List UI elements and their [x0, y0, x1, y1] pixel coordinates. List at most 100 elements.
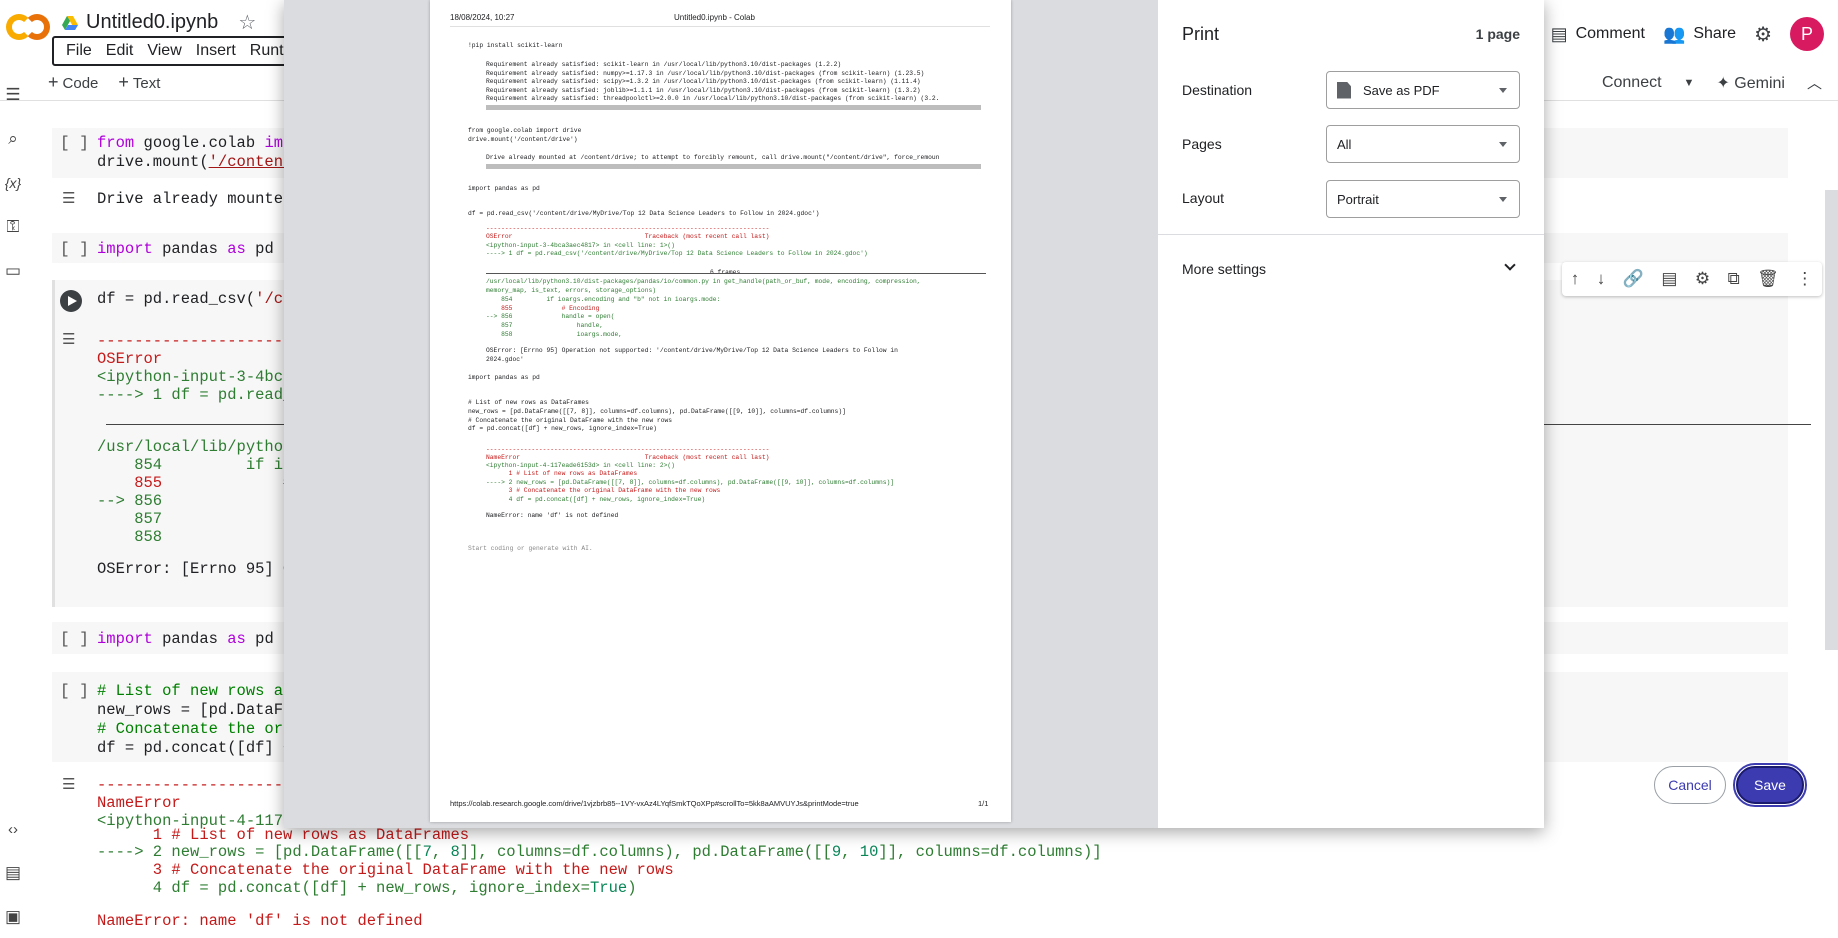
avatar[interactable]: P — [1790, 17, 1824, 51]
preview-line: 854 if ioargs.encoding and "b" not in io… — [486, 296, 721, 303]
variables-icon[interactable]: {x} — [2, 172, 24, 194]
share-button[interactable]: 👥 Share — [1663, 24, 1736, 45]
comment-button[interactable]: ▤ Comment — [1551, 24, 1645, 45]
pages-value: All — [1337, 136, 1352, 152]
preview-line: # List of new rows as DataFrames — [468, 399, 589, 406]
code-line: df = pd.concat([df] + — [97, 739, 302, 757]
mirror-cell-icon[interactable]: ⧉ — [1728, 269, 1740, 289]
preview-line: 2024.gdoc' — [486, 356, 524, 363]
secrets-key-icon[interactable]: ⚿ — [2, 216, 24, 238]
output-toggle-icon[interactable]: ☰ — [62, 775, 75, 793]
print-settings-panel: Print 1 page Destination Save as PDF Pag… — [1158, 0, 1807, 828]
destination-label: Destination — [1182, 82, 1253, 98]
error-path: /usr/local/lib/python3 — [97, 438, 302, 456]
preview-line: 4 df = pd.concat([df] + new_rows, ignore… — [486, 496, 706, 503]
layout-value: Portrait — [1337, 191, 1379, 207]
connect-dropdown-icon[interactable]: ▼ — [1684, 77, 1695, 89]
preview-header-rule — [450, 26, 990, 27]
cell-bracket[interactable]: [ ] — [60, 630, 89, 648]
comment-cell-icon[interactable]: ▤ — [1661, 269, 1677, 289]
menu-file[interactable]: File — [60, 42, 98, 60]
pages-select[interactable]: All — [1326, 125, 1520, 163]
print-dialog: 18/08/2024, 10:27 Untitled0.ipynb - Cola… — [284, 0, 1807, 828]
trace-line: 854 if ioa — [97, 456, 302, 474]
more-settings-toggle[interactable]: More settings — [1158, 234, 1544, 304]
preview-line: memory_map, is_text, errors, storage_opt… — [486, 287, 657, 294]
code-line: import pandas as pd — [97, 630, 274, 648]
error-name: NameError — [97, 794, 181, 812]
cancel-button[interactable]: Cancel — [1654, 766, 1726, 804]
cell-bracket[interactable]: [ ] — [60, 134, 89, 152]
table-of-contents-icon[interactable]: ☰ — [2, 84, 24, 106]
trace-line: 857 — [97, 510, 163, 528]
gemini-label: Gemini — [1734, 74, 1785, 92]
trace-line: 3 # Concatenate the original DataFrame w… — [97, 861, 674, 879]
preview-line: df = pd.read_csv('/content/drive/MyDrive… — [468, 210, 820, 217]
layout-label: Layout — [1182, 190, 1225, 206]
more-settings-label: More settings — [1182, 261, 1267, 277]
preview-line: drive.mount('/content/drive') — [468, 136, 578, 143]
move-down-icon[interactable]: ↓ — [1597, 269, 1606, 289]
preview-header-date: 18/08/2024, 10:27 — [450, 13, 515, 22]
search-icon[interactable]: ⌕ — [2, 128, 24, 150]
more-options-icon[interactable]: ⋮ — [1796, 269, 1813, 289]
preview-footer-page: 1/1 — [978, 799, 989, 808]
preview-line: from google.colab import drive — [468, 127, 582, 134]
settings-gear-icon[interactable]: ⚙ — [1754, 22, 1772, 47]
cell-bracket[interactable]: [ ] — [60, 682, 89, 700]
add-code-label: Code — [62, 75, 99, 92]
menu-view[interactable]: View — [141, 42, 187, 60]
menu-insert[interactable]: Insert — [190, 42, 242, 60]
add-text-button[interactable]: + Text — [118, 72, 160, 93]
trace-line: 858 — [97, 528, 163, 546]
run-cell-button[interactable] — [60, 290, 82, 312]
code-snippets-icon[interactable]: ‹› — [2, 818, 24, 840]
output-toggle-icon[interactable]: ☰ — [62, 330, 75, 348]
files-folder-icon[interactable]: ▭ — [2, 260, 24, 282]
error-message: NameError: name 'df' is not defined — [97, 912, 423, 930]
star-icon[interactable]: ☆ — [238, 10, 256, 35]
link-icon[interactable]: 🔗 — [1623, 269, 1644, 289]
preview-line: !pip install scikit-learn — [468, 42, 563, 49]
code-line: df = pd.read_csv('/con — [97, 290, 302, 308]
command-palette-icon[interactable]: ▤ — [2, 862, 24, 884]
chevron-down-icon — [1504, 259, 1516, 271]
menu-edit[interactable]: Edit — [100, 42, 140, 60]
code-line: # Concatenate the origi — [97, 720, 311, 738]
preview-line: --> 856 handle = open( — [486, 313, 615, 320]
colab-logo-icon[interactable] — [6, 14, 50, 44]
save-button[interactable]: Save — [1733, 763, 1807, 807]
trace-line: 1 # List of new rows as DataFrames — [97, 826, 470, 844]
add-code-button[interactable]: + Code — [48, 72, 98, 93]
document-title[interactable]: Untitled0.ipynb — [86, 11, 218, 34]
move-up-icon[interactable]: ↑ — [1571, 269, 1580, 289]
comment-icon: ▤ — [1550, 23, 1568, 44]
preview-scrollbar — [486, 105, 981, 110]
preview-line: ----> 1 df = pd.read_csv('/content/drive… — [486, 250, 868, 257]
cell-bracket[interactable]: [ ] — [60, 240, 89, 258]
preview-footer-url: https://colab.research.google.com/drive/… — [450, 799, 859, 808]
menu-bar: File Edit View Insert Runtime — [52, 36, 292, 66]
preview-line: Start coding or generate with AI. — [468, 545, 593, 552]
destination-select[interactable]: Save as PDF — [1326, 71, 1520, 109]
code-line: import pandas as pd — [97, 240, 274, 258]
gemini-button[interactable]: ✦ Gemini — [1716, 73, 1785, 93]
cell-settings-icon[interactable]: ⚙ — [1695, 269, 1710, 289]
preview-line: df = pd.concat([df] + new_rows, ignore_i… — [468, 425, 657, 432]
comment-label: Comment — [1575, 25, 1645, 42]
collapse-header-icon[interactable]: ︿ — [1807, 72, 1822, 93]
trace-line: ----> 2 new_rows = [pd.DataFrame([[7, 8]… — [97, 843, 1102, 861]
delete-cell-icon[interactable]: 🗑 — [1757, 269, 1779, 289]
terminal-icon[interactable]: ▣ — [2, 906, 24, 928]
layout-select[interactable]: Portrait — [1326, 180, 1520, 218]
connect-button[interactable]: Connect — [1602, 74, 1662, 92]
preview-line: new_rows = [pd.DataFrame([[7, 8]], colum… — [468, 408, 846, 415]
code-line: drive.mount('/content/ — [97, 153, 302, 171]
destination-value: Save as PDF — [1363, 82, 1440, 98]
preview-line: 3 # Concatenate the original DataFrame w… — [486, 487, 721, 494]
preview-line: Requirement already satisfied: threadpoo… — [486, 95, 940, 102]
print-preview-area[interactable]: 18/08/2024, 10:27 Untitled0.ipynb - Cola… — [284, 0, 1158, 828]
add-text-label: Text — [132, 75, 161, 92]
output-toggle-icon[interactable]: ☰ — [62, 189, 75, 207]
notebook-scrollbar[interactable] — [1825, 190, 1838, 650]
